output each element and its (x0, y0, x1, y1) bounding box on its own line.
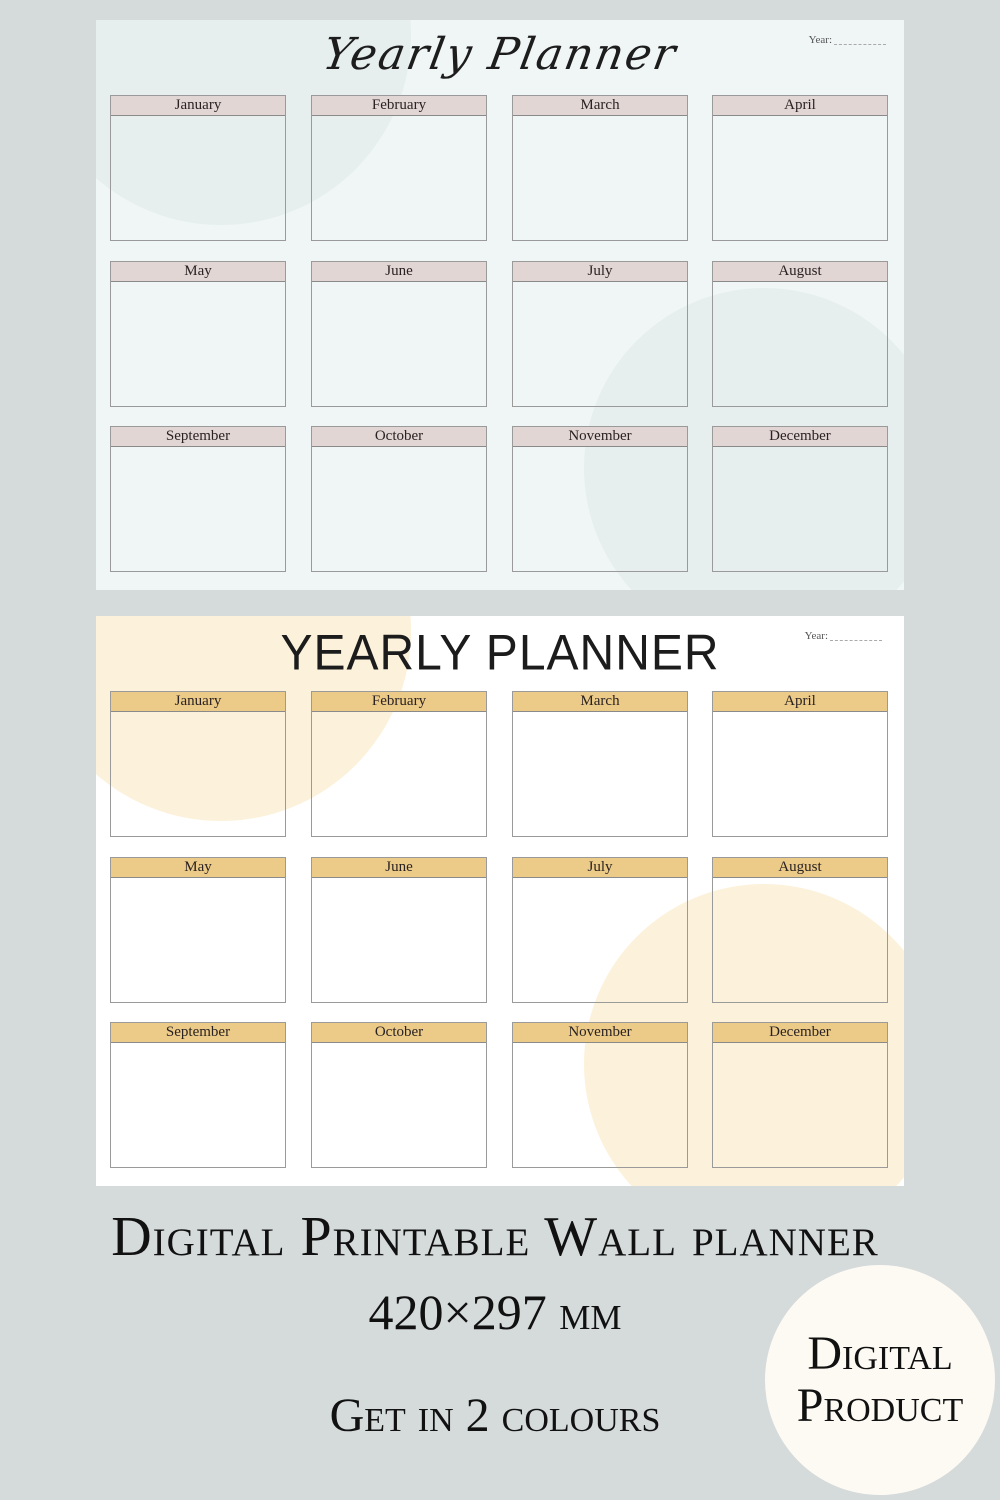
month-body (111, 878, 285, 1003)
month-header: November (513, 1023, 687, 1043)
year-label: Year: (804, 630, 828, 642)
month-body (312, 712, 486, 837)
digital-product-badge: Digital Product (765, 1265, 995, 1495)
month-body (513, 282, 687, 407)
month-box-november: November (512, 1022, 688, 1168)
month-body (513, 447, 687, 572)
month-body (312, 878, 486, 1003)
planner-title: YEARLY PLANNER (280, 625, 720, 682)
month-header: June (312, 858, 486, 878)
month-header: May (111, 262, 285, 282)
badge-line-2: Product (796, 1379, 964, 1432)
month-box-september: September (110, 1022, 286, 1168)
month-header: August (713, 858, 887, 878)
month-box-august: August (712, 261, 888, 407)
month-box-july: July (512, 261, 688, 407)
month-body (513, 878, 687, 1003)
month-header: January (111, 692, 285, 712)
planner-title: Yearly Planner (319, 29, 682, 80)
month-header: April (713, 96, 887, 116)
month-body (111, 1043, 285, 1168)
month-header: August (713, 262, 887, 282)
month-body (111, 282, 285, 407)
month-body (513, 712, 687, 837)
month-header: April (713, 692, 887, 712)
month-box-march: March (512, 95, 688, 241)
month-body (513, 1043, 687, 1168)
year-field: Year: (805, 630, 882, 642)
month-body (312, 116, 486, 241)
month-header: October (312, 427, 486, 447)
year-blank-line (830, 640, 882, 641)
month-box-january: January (110, 691, 286, 837)
month-header: November (513, 427, 687, 447)
month-header: May (111, 858, 285, 878)
month-header: December (713, 427, 887, 447)
month-body (713, 116, 887, 241)
month-body (312, 447, 486, 572)
month-box-february: February (311, 95, 487, 241)
month-box-november: November (512, 426, 688, 572)
month-body (713, 447, 887, 572)
month-header: January (111, 96, 285, 116)
month-header: December (713, 1023, 887, 1043)
month-header: September (111, 1023, 285, 1043)
month-body (111, 447, 285, 572)
month-body (111, 116, 285, 241)
month-box-april: April (712, 691, 888, 837)
year-label: Year: (808, 34, 832, 46)
month-body (713, 282, 887, 407)
month-body (312, 282, 486, 407)
badge-line-1: Digital (807, 1327, 953, 1380)
month-header: September (111, 427, 285, 447)
month-header: February (312, 96, 486, 116)
month-header: March (513, 692, 687, 712)
month-header: March (513, 96, 687, 116)
month-box-may: May (110, 261, 286, 407)
month-header: June (312, 262, 486, 282)
month-box-december: December (712, 426, 888, 572)
month-box-august: August (712, 857, 888, 1003)
month-box-october: October (311, 1022, 487, 1168)
month-body (713, 878, 887, 1003)
month-box-september: September (110, 426, 286, 572)
month-body (713, 1043, 887, 1168)
month-box-october: October (311, 426, 487, 572)
month-body (312, 1043, 486, 1168)
planner-preview-gold: YEARLY PLANNER Year: January February Ma… (96, 616, 904, 1186)
month-header: July (513, 858, 687, 878)
month-box-december: December (712, 1022, 888, 1168)
headline-caption: Digital Printable Wall planner (111, 1206, 879, 1268)
month-box-february: February (311, 691, 487, 837)
month-box-june: June (311, 261, 487, 407)
month-box-may: May (110, 857, 286, 1003)
month-box-january: January (110, 95, 286, 241)
month-header: February (312, 692, 486, 712)
month-header: October (312, 1023, 486, 1043)
month-box-july: July (512, 857, 688, 1003)
month-box-march: March (512, 691, 688, 837)
year-field: Year: (809, 34, 886, 46)
month-body (513, 116, 687, 241)
planner-preview-sage: Yearly Planner Year: January February Ma… (96, 20, 904, 590)
year-blank-line (834, 44, 886, 45)
month-box-june: June (311, 857, 487, 1003)
month-box-april: April (712, 95, 888, 241)
month-body (111, 712, 285, 837)
month-body (713, 712, 887, 837)
month-header: July (513, 262, 687, 282)
